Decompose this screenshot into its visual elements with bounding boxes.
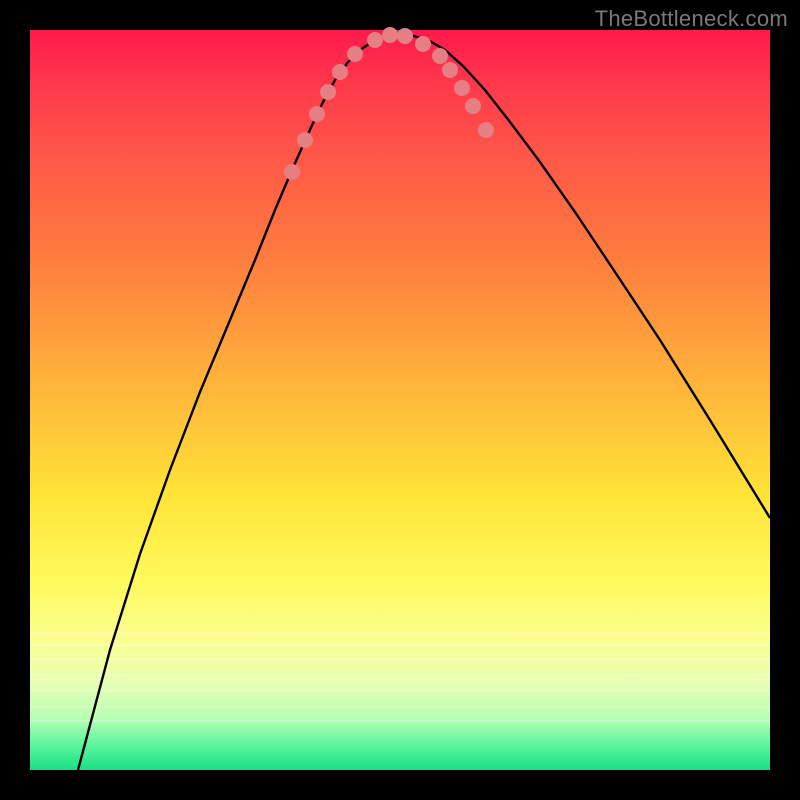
- data-point: [382, 27, 398, 43]
- curve-svg: [30, 30, 770, 770]
- data-point: [284, 164, 300, 180]
- data-point: [309, 106, 325, 122]
- data-point: [297, 132, 313, 148]
- data-point: [332, 64, 348, 80]
- bottleneck-curve: [78, 35, 770, 770]
- data-point: [432, 48, 448, 64]
- data-point: [454, 80, 470, 96]
- data-point: [397, 28, 413, 44]
- watermark-text: TheBottleneck.com: [595, 6, 788, 32]
- data-point: [367, 32, 383, 48]
- data-point: [442, 62, 458, 78]
- data-point-markers: [284, 27, 494, 180]
- data-point: [415, 36, 431, 52]
- plot-area: [30, 30, 770, 770]
- data-point: [347, 46, 363, 62]
- data-point: [320, 84, 336, 100]
- chart-frame: TheBottleneck.com: [0, 0, 800, 800]
- data-point: [465, 98, 481, 114]
- data-point: [478, 122, 494, 138]
